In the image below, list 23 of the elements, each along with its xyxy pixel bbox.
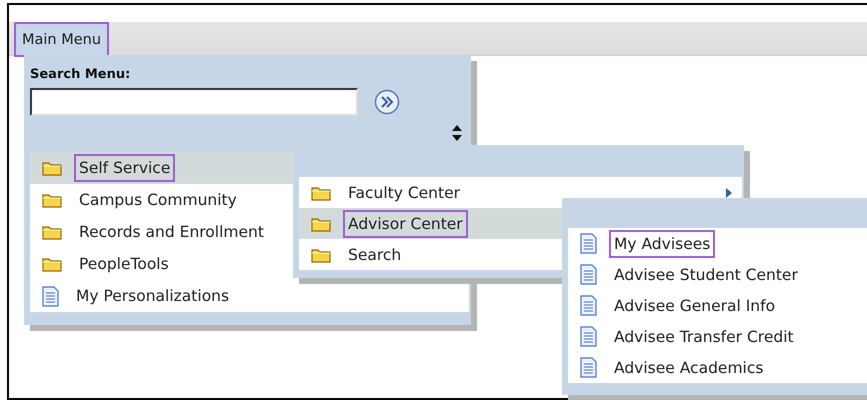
sort-icon[interactable] [451,124,463,142]
document-icon [580,233,597,254]
go-icon[interactable] [374,89,400,115]
menu-item[interactable]: Advisee Academics [568,352,867,383]
main-menu-button[interactable]: Main Menu [14,22,110,57]
folder-icon [42,192,62,208]
folder-icon [42,256,62,272]
menu-item[interactable]: Advisee General Info [568,290,867,321]
document-icon [580,326,597,347]
folder-icon [311,184,331,200]
menu-item[interactable]: Advisee Student Center [568,259,867,290]
menu-item[interactable]: My Personalizations [30,280,469,312]
folder-icon [311,216,331,232]
menu-item[interactable]: Advisee Transfer Credit [568,321,867,352]
search-field[interactable] [30,88,358,116]
document-icon [580,357,597,378]
document-icon [580,264,597,285]
search-label: Search Menu: [30,67,130,82]
folder-icon [42,224,62,240]
folder-icon [42,160,62,176]
document-icon [42,286,59,306]
folder-icon [311,246,331,262]
document-icon [580,295,597,316]
